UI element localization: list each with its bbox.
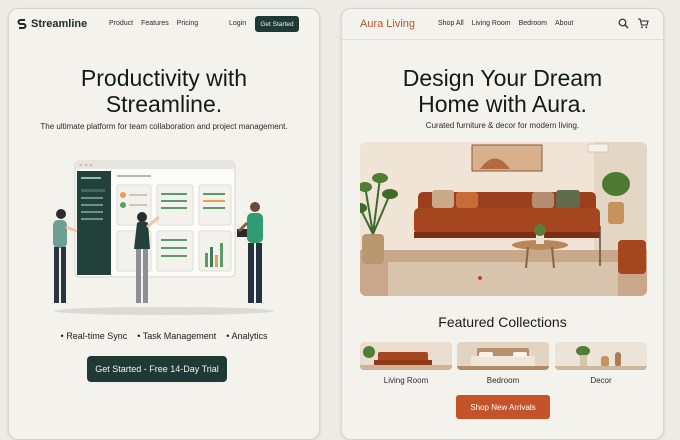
nav-link-pricing[interactable]: Pricing xyxy=(177,20,198,27)
nav-link-living-room[interactable]: Living Room xyxy=(472,20,511,27)
aura-landing-panel: Aura Living Shop All Living Room Bedroom… xyxy=(341,8,664,440)
aura-logo[interactable]: Aura Living xyxy=(360,18,415,30)
aura-nav-links: Shop All Living Room Bedroom About xyxy=(438,20,573,27)
nav-link-bedroom[interactable]: Bedroom xyxy=(519,20,547,27)
hero-title-line1: Productivity with xyxy=(80,65,248,91)
aura-navbar: Aura Living Shop All Living Room Bedroom… xyxy=(342,9,663,40)
collection-decor-image[interactable] xyxy=(555,342,647,370)
hero-subtitle: The ultimate platform for team collabora… xyxy=(40,122,288,131)
feature-item: Task Management xyxy=(137,331,217,341)
hero-title-line2: Streamline. xyxy=(105,91,223,117)
feature-item: Real-time Sync xyxy=(61,331,127,341)
search-icon[interactable] xyxy=(618,18,629,29)
cart-icon[interactable] xyxy=(637,18,649,29)
streamline-nav-links: Product Features Pricing xyxy=(109,20,198,27)
collection-living-room-image[interactable] xyxy=(360,342,452,370)
featured-collections-title: Featured Collections xyxy=(438,314,567,330)
brand-name: Streamline xyxy=(31,18,88,30)
aura-hero-subtitle: Curated furniture & decor for modern liv… xyxy=(425,121,580,130)
aura-hero-title-line1: Design Your Dream xyxy=(402,65,603,91)
aura-hero-title: Design Your Dream Home with Aura. xyxy=(342,65,663,117)
feature-item: Analytics xyxy=(226,331,267,341)
logo-s-icon xyxy=(17,19,27,29)
nav-link-about[interactable]: About xyxy=(555,20,573,27)
nav-link-product[interactable]: Product xyxy=(109,20,133,27)
nav-icons xyxy=(618,18,649,29)
shop-new-arrivals-button[interactable]: Shop New Arrivals xyxy=(456,395,550,419)
aura-hero-title-line2: Home with Aura. xyxy=(418,91,587,117)
collection-bedroom-image[interactable] xyxy=(457,342,549,370)
feature-list: Real-time Sync Task Management Analytics xyxy=(9,331,319,341)
login-link[interactable]: Login xyxy=(229,20,246,27)
nav-get-started-button[interactable]: Get Started xyxy=(255,16,299,32)
collection-label-living-room[interactable]: Living Room xyxy=(360,376,452,385)
nav-link-features[interactable]: Features xyxy=(141,20,169,27)
streamline-landing-panel: Streamline Product Features Pricing Logi… xyxy=(8,8,320,440)
collection-label-bedroom[interactable]: Bedroom xyxy=(457,376,549,385)
collection-label-decor[interactable]: Decor xyxy=(555,376,647,385)
living-room-hero-image xyxy=(360,142,647,296)
free-trial-button[interactable]: Get Started - Free 14-Day Trial xyxy=(87,356,227,382)
hero-title: Productivity with Streamline. xyxy=(9,65,319,117)
nav-link-shop-all[interactable]: Shop All xyxy=(438,20,464,27)
dashboard-illustration xyxy=(53,160,274,315)
streamline-navbar: Streamline Product Features Pricing Logi… xyxy=(9,9,319,39)
streamline-logo[interactable]: Streamline xyxy=(17,18,87,30)
